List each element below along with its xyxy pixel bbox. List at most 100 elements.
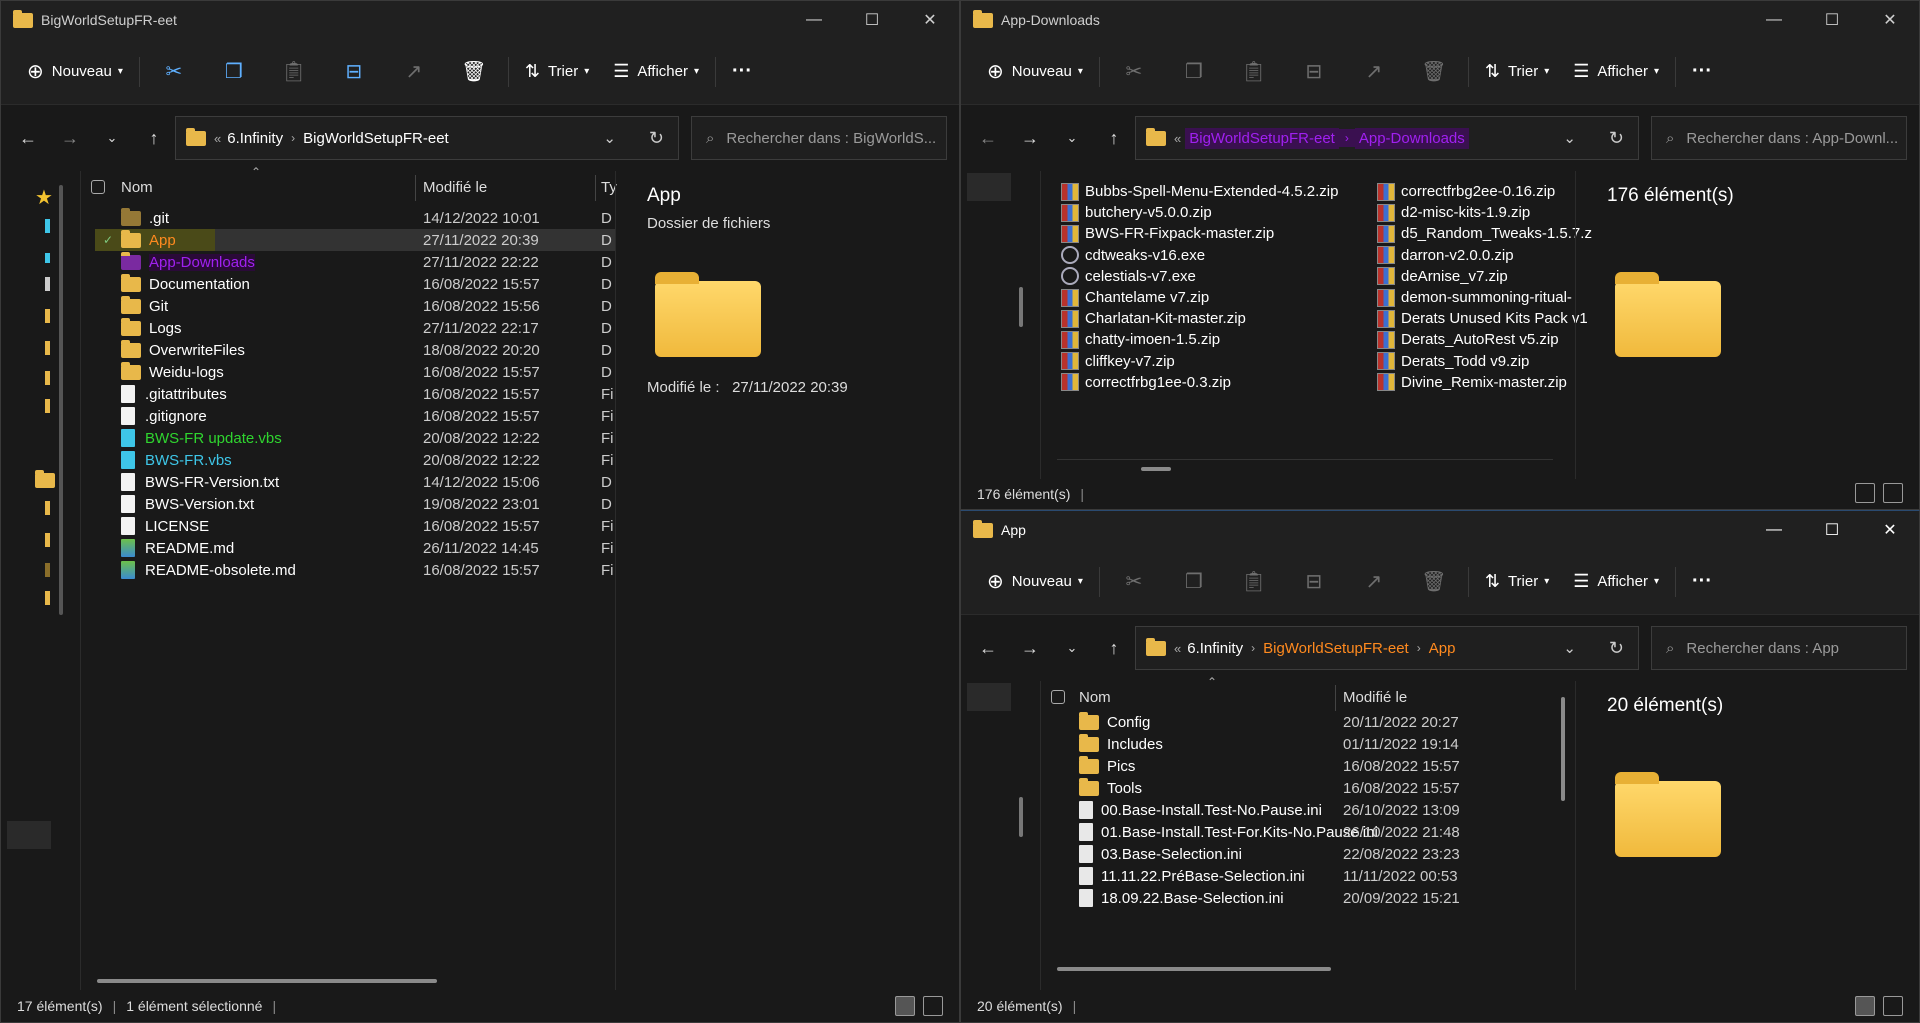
nav-scrollbar[interactable] bbox=[1019, 797, 1023, 837]
list-item[interactable]: deArnise_v7.zip bbox=[1377, 266, 1577, 287]
recent-button[interactable]: ⌄ bbox=[1051, 118, 1093, 158]
table-row[interactable]: Logs 27/11/2022 22:17 D bbox=[95, 317, 615, 339]
refresh-icon[interactable]: ↻ bbox=[1609, 638, 1624, 659]
list-item[interactable]: Chantelame v7.zip bbox=[1061, 287, 1261, 308]
forward-button[interactable]: → bbox=[1009, 628, 1051, 668]
cut-button[interactable]: ✂ bbox=[1104, 562, 1164, 602]
view-button[interactable]: ☰ Afficher ▾ bbox=[1561, 562, 1671, 602]
nav-scroll-thumb[interactable] bbox=[967, 683, 1011, 711]
column-header-modified[interactable]: Modifié le bbox=[1343, 689, 1407, 706]
close-button[interactable]: ✕ bbox=[1861, 1, 1919, 39]
breadcrumb-item[interactable]: BigWorldSetupFR-eet bbox=[303, 130, 449, 147]
close-button[interactable]: ✕ bbox=[901, 1, 959, 39]
table-row[interactable]: Weidu-logs 16/08/2022 15:57 D bbox=[95, 361, 615, 383]
details-view-button[interactable] bbox=[1855, 483, 1875, 503]
minimize-button[interactable]: — bbox=[1745, 1, 1803, 39]
list-item[interactable]: Charlatan-Kit-master.zip bbox=[1061, 308, 1261, 329]
rename-button[interactable]: ⊟ bbox=[1284, 52, 1344, 92]
copy-button[interactable]: ❐ bbox=[204, 52, 264, 92]
column-header-name[interactable]: Nom bbox=[121, 179, 153, 196]
column-header-name[interactable]: Nom bbox=[1079, 689, 1111, 706]
list-item[interactable]: Divine_Remix-master.zip bbox=[1377, 372, 1577, 393]
more-button[interactable]: ··· bbox=[720, 52, 764, 92]
table-row[interactable]: 01.Base-Install.Test-For.Kits-No.Pause.i… bbox=[1079, 821, 1559, 843]
address-bar[interactable]: « 6.Infinity › BigWorldSetupFR-eet › App… bbox=[1135, 626, 1639, 670]
table-row[interactable]: App-Downloads 27/11/2022 22:22 D bbox=[95, 251, 615, 273]
up-button[interactable]: ↑ bbox=[1093, 628, 1135, 668]
horizontal-scrollbar[interactable] bbox=[97, 979, 437, 983]
tiles-view-button[interactable] bbox=[1883, 483, 1903, 503]
minimize-button[interactable]: — bbox=[1745, 511, 1803, 549]
breadcrumb-item[interactable]: BigWorldSetupFR-eet bbox=[1263, 640, 1409, 657]
list-item[interactable]: celestials-v7.exe bbox=[1061, 266, 1261, 287]
list-item[interactable]: BWS-FR-Fixpack-master.zip bbox=[1061, 223, 1274, 244]
table-row[interactable]: Git 16/08/2022 15:56 D bbox=[95, 295, 615, 317]
list-item[interactable]: butchery-v5.0.0.zip bbox=[1061, 202, 1261, 223]
breadcrumb-item[interactable]: 6.Infinity bbox=[227, 130, 283, 147]
column-divider[interactable] bbox=[595, 175, 596, 201]
table-row[interactable]: BWS-FR update.vbs 20/08/2022 12:22 Fi bbox=[95, 427, 615, 449]
checkmark-icon[interactable]: ✓ bbox=[103, 233, 113, 247]
delete-button[interactable]: 🗑︎ bbox=[1404, 562, 1464, 602]
view-button[interactable]: ☰ Afficher ▾ bbox=[601, 52, 711, 92]
rename-button[interactable]: ⊟ bbox=[324, 52, 384, 92]
star-icon[interactable]: ★ bbox=[35, 185, 53, 210]
list-item[interactable]: Derats Unused Kits Pack v1 bbox=[1377, 308, 1588, 329]
paste-button[interactable]: 📋︎ bbox=[1224, 52, 1284, 92]
folder-icon[interactable] bbox=[35, 470, 55, 488]
list-item[interactable]: chatty-imoen-1.5.zip bbox=[1061, 329, 1261, 350]
nav-scroll-thumb[interactable] bbox=[967, 173, 1011, 201]
breadcrumb-item[interactable]: App bbox=[1429, 640, 1456, 657]
chevron-down-icon[interactable]: ⌄ bbox=[1563, 639, 1576, 657]
sort-button[interactable]: ⇅ Trier ▾ bbox=[1473, 52, 1561, 92]
maximize-button[interactable]: ☐ bbox=[843, 1, 901, 39]
delete-button[interactable]: 🗑︎ bbox=[1404, 52, 1464, 92]
recent-button[interactable]: ⌄ bbox=[91, 118, 133, 158]
details-view-button[interactable] bbox=[1855, 996, 1875, 1016]
rename-button[interactable]: ⊟ bbox=[1284, 562, 1344, 602]
column-divider[interactable] bbox=[415, 175, 416, 201]
table-row[interactable]: OverwriteFiles 18/08/2022 20:20 D bbox=[95, 339, 615, 361]
details-view-button[interactable] bbox=[895, 996, 915, 1016]
vertical-scrollbar[interactable] bbox=[1561, 697, 1565, 801]
table-row[interactable]: Config 20/11/2022 20:27 bbox=[1079, 711, 1559, 733]
copy-button[interactable]: ❐ bbox=[1164, 52, 1224, 92]
search-input[interactable]: ⌕ Rechercher dans : App bbox=[1651, 626, 1907, 670]
breadcrumb-item[interactable]: BigWorldSetupFR-eet bbox=[1185, 127, 1339, 149]
table-row[interactable]: 03.Base-Selection.ini 22/08/2022 23:23 bbox=[1079, 843, 1559, 865]
table-row[interactable]: .gitattributes 16/08/2022 15:57 Fi bbox=[95, 383, 615, 405]
table-row[interactable]: Pics 16/08/2022 15:57 bbox=[1079, 755, 1559, 777]
list-item[interactable]: Bubbs-Spell-Menu-Extended-4.5.2.zip bbox=[1061, 181, 1338, 202]
up-button[interactable]: ↑ bbox=[133, 118, 175, 158]
table-row[interactable]: 00.Base-Install.Test-No.Pause.ini 26/10/2… bbox=[1079, 799, 1559, 821]
nav-scroll-thumb[interactable] bbox=[7, 821, 51, 849]
address-bar[interactable]: « 6.Infinity › BigWorldSetupFR-eet ⌄ ↻ bbox=[175, 116, 679, 160]
table-row[interactable]: .git 14/12/2022 10:01 D bbox=[95, 207, 615, 229]
forward-button[interactable]: → bbox=[1009, 118, 1051, 158]
table-row[interactable]: BWS-FR-Version.txt 14/12/2022 15:06 D bbox=[95, 471, 615, 493]
cut-button[interactable]: ✂ bbox=[1104, 52, 1164, 92]
view-button[interactable]: ☰ Afficher ▾ bbox=[1561, 52, 1671, 92]
maximize-button[interactable]: ☐ bbox=[1803, 511, 1861, 549]
table-row[interactable]: 11.11.22.PréBase-Selection.ini 11/11/2022… bbox=[1079, 865, 1559, 887]
horizontal-scrollbar[interactable] bbox=[1141, 467, 1171, 471]
table-row[interactable]: Documentation 16/08/2022 15:57 D bbox=[95, 273, 615, 295]
list-item[interactable]: demon-summoning-ritual- bbox=[1377, 287, 1577, 308]
paste-button[interactable]: 📋︎ bbox=[264, 52, 324, 92]
table-row[interactable]: Includes 01/11/2022 19:14 bbox=[1079, 733, 1559, 755]
nav-scrollbar[interactable] bbox=[59, 185, 63, 615]
table-row[interactable]: LICENSE 16/08/2022 15:57 Fi bbox=[95, 515, 615, 537]
forward-button[interactable]: → bbox=[49, 118, 91, 158]
close-button[interactable]: ✕ bbox=[1861, 511, 1919, 549]
chevron-down-icon[interactable]: ⌄ bbox=[1563, 129, 1576, 147]
back-button[interactable]: ← bbox=[7, 118, 49, 158]
breadcrumb-item[interactable]: App-Downloads bbox=[1354, 127, 1469, 149]
new-button[interactable]: ⊕ Nouveau ▾ bbox=[975, 562, 1095, 602]
table-row[interactable]: BWS-Version.txt 19/08/2022 23:01 D bbox=[95, 493, 615, 515]
more-button[interactable]: ··· bbox=[1680, 562, 1724, 602]
table-row[interactable]: README.md 26/11/2022 14:45 Fi bbox=[95, 537, 615, 559]
list-item[interactable]: Derats_AutoRest v5.zip bbox=[1377, 329, 1577, 350]
list-item[interactable]: correctfrbg2ee-0.16.zip bbox=[1377, 181, 1577, 202]
minimize-button[interactable]: — bbox=[785, 1, 843, 39]
share-button[interactable]: ↗ bbox=[1344, 562, 1404, 602]
